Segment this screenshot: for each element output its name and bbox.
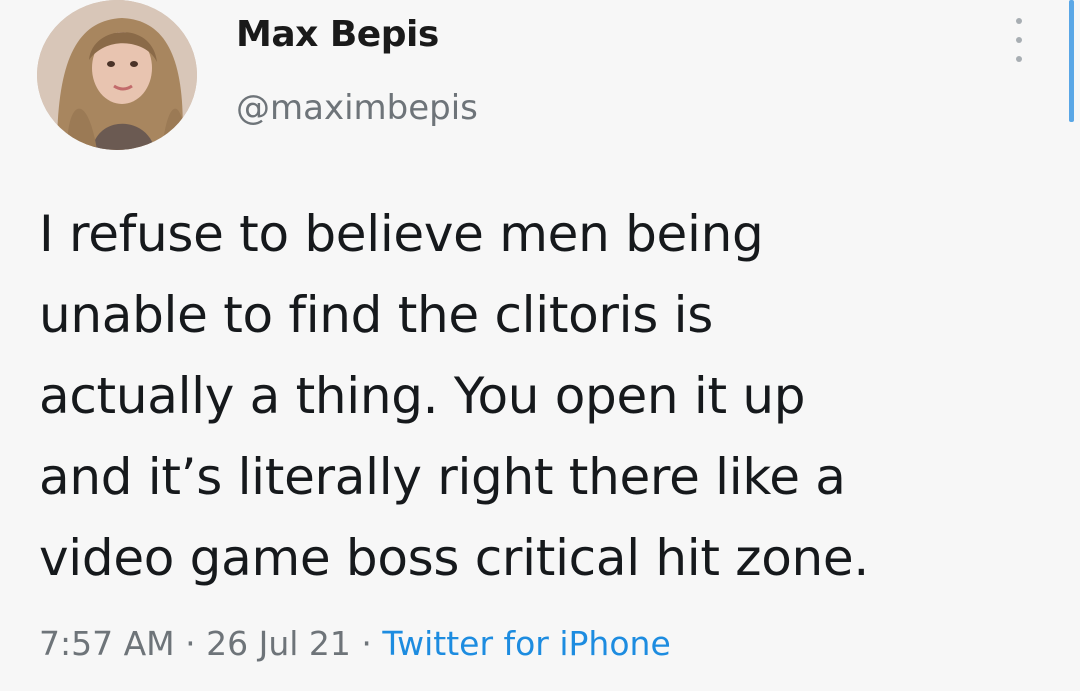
avatar-photo — [37, 0, 197, 150]
meta-separator: · — [350, 624, 383, 663]
scrollbar[interactable] — [1069, 0, 1074, 122]
author-handle[interactable]: @maximbepis — [236, 88, 478, 128]
tweet-text-line: video game boss critical hit zone. — [39, 529, 869, 587]
tweet-text-line: I refuse to believe men being — [39, 205, 764, 263]
tweet-text-line: and it’s literally right there like a — [39, 448, 846, 506]
tweet-meta: 7:57 AM · 26 Jul 21 · Twitter for iPhone — [39, 624, 671, 663]
tweet-date[interactable]: 26 Jul 21 — [206, 624, 351, 663]
avatar[interactable] — [37, 0, 197, 150]
tweet-text-line: unable to find the clitoris is — [39, 286, 713, 344]
more-dot — [1016, 37, 1022, 43]
tweet-text: I refuse to believe men being unable to … — [39, 194, 1039, 599]
more-dot — [1016, 18, 1022, 24]
more-vertical-icon[interactable] — [1004, 18, 1034, 62]
meta-separator: · — [174, 624, 207, 663]
author-name[interactable]: Max Bepis — [236, 14, 439, 55]
tweet-source-link[interactable]: Twitter for iPhone — [382, 624, 670, 663]
tweet-card: Max Bepis @maximbepis I refuse to believ… — [0, 0, 1080, 691]
tweet-text-line: actually a thing. You open it up — [39, 367, 806, 425]
tweet-time[interactable]: 7:57 AM — [39, 624, 175, 663]
more-dot — [1016, 56, 1022, 62]
